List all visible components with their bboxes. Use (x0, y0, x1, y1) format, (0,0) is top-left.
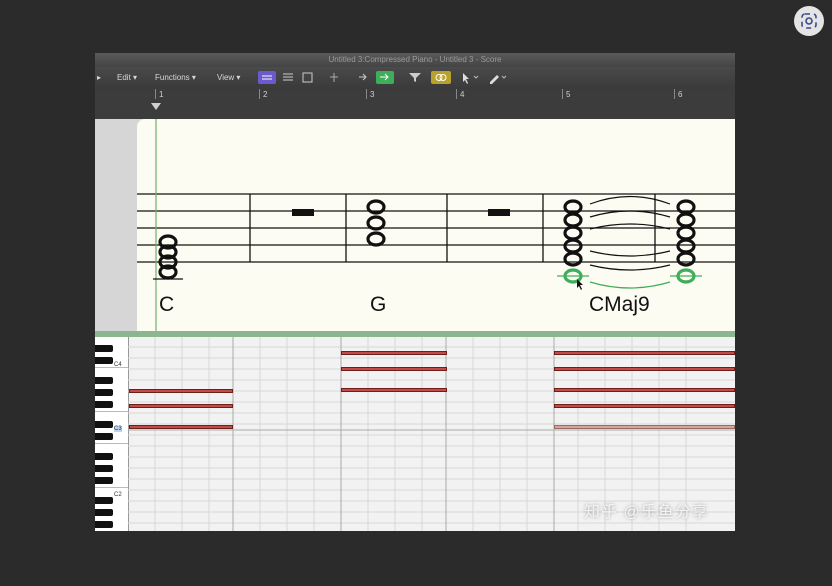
menu-view[interactable]: View ▾ (217, 73, 240, 82)
image-search-button[interactable] (794, 6, 824, 36)
midi-note[interactable] (341, 388, 447, 392)
chord-symbol[interactable]: CMaj9 (589, 293, 650, 317)
link-icon (435, 74, 447, 81)
pointer-tool-button[interactable] (459, 71, 481, 84)
menu-functions[interactable]: Functions ▾ (155, 73, 196, 82)
score-toolbar: ▸ Edit ▾ Functions ▾ View ▾ (95, 67, 735, 90)
midi-in-button[interactable] (357, 71, 371, 84)
menu-edit[interactable]: Edit ▾ (117, 73, 137, 82)
sparkle-icon (330, 73, 338, 82)
key-label: C3 (114, 426, 122, 432)
midi-out-button[interactable] (376, 71, 394, 84)
midi-note[interactable] (554, 351, 735, 355)
key-label: C2 (114, 492, 122, 498)
bar-number: 1 (159, 90, 164, 99)
midi-note[interactable] (129, 389, 233, 393)
link-button[interactable] (431, 71, 451, 84)
score-area[interactable]: C G CMaj9 (95, 119, 735, 331)
bar-number: 4 (460, 90, 465, 99)
chord-symbol[interactable]: G (370, 293, 386, 317)
midi-note[interactable] (554, 388, 735, 392)
midi-note[interactable] (341, 367, 447, 371)
bar-ruler[interactable]: 1 2 3 4 5 6 (95, 89, 735, 119)
pointer-icon (463, 73, 479, 84)
lens-icon (801, 13, 817, 29)
linear-view-button[interactable] (301, 71, 315, 84)
midi-note[interactable] (341, 351, 447, 355)
midi-note[interactable] (554, 404, 735, 408)
midi-note-selected[interactable] (554, 425, 735, 429)
list-icon (283, 73, 293, 81)
midi-out-icon (380, 73, 389, 81)
filter-icon (409, 73, 421, 82)
window-title: Untitled 3:Compressed Piano - Untitled 3… (95, 53, 735, 67)
logic-score-window: Untitled 3:Compressed Piano - Untitled 3… (95, 53, 735, 531)
box-icon (302, 72, 313, 83)
bar-number: 3 (370, 90, 375, 99)
menu-arrow-icon[interactable]: ▸ (97, 73, 101, 82)
midi-in-icon (359, 73, 367, 81)
bar-number: 5 (566, 90, 571, 99)
watermark-text: 知乎 @乐鱼分享 (584, 504, 709, 521)
catch-button[interactable] (327, 71, 341, 84)
staff-icon (262, 75, 272, 80)
pencil-icon (490, 75, 507, 84)
page-view-button[interactable] (281, 71, 295, 84)
bar-number: 2 (263, 90, 268, 99)
filter-button[interactable] (406, 71, 424, 84)
midi-note[interactable] (129, 404, 233, 408)
key-label: C4 (114, 362, 122, 368)
pencil-tool-button[interactable] (487, 71, 509, 84)
bar-number: 6 (678, 90, 683, 99)
midi-note[interactable] (129, 425, 233, 429)
midi-note[interactable] (554, 367, 735, 371)
score-view-button[interactable] (258, 71, 276, 84)
playhead-marker-icon[interactable] (151, 103, 161, 110)
chord-symbol[interactable]: C (159, 293, 174, 317)
piano-keyboard[interactable]: C4 C3 C2 (95, 337, 129, 531)
